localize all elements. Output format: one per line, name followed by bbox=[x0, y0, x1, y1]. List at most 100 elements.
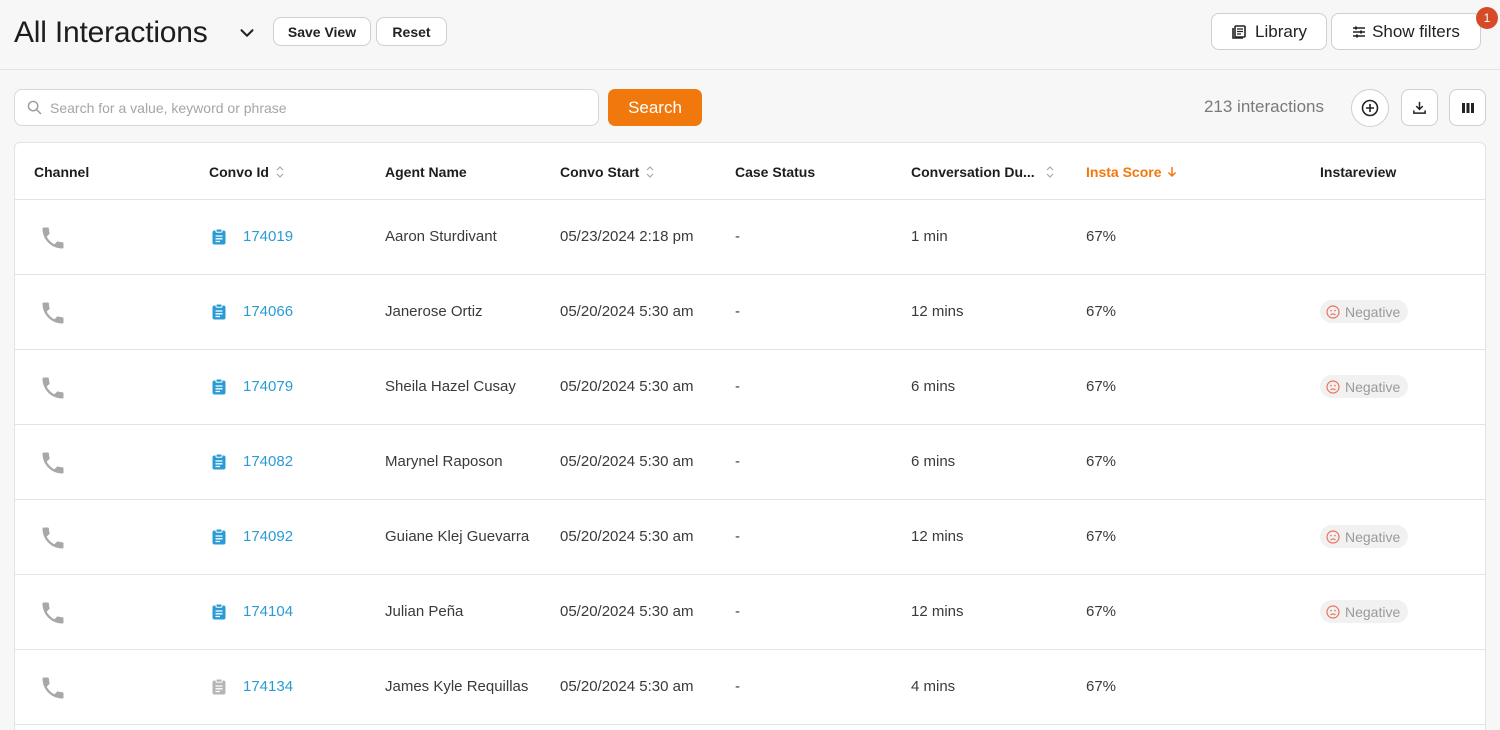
interactions-table: Channel Convo Id Agent Name Convo Start … bbox=[14, 142, 1486, 730]
table-row[interactable]: 174104 Julian Peña 05/20/2024 5:30 am - 12 m… bbox=[15, 575, 1485, 650]
search-button[interactable]: Search bbox=[608, 89, 702, 126]
column-header-channel[interactable]: Channel bbox=[34, 164, 89, 180]
table-row[interactable]: 174019 Aaron Sturdivant 05/23/2024 2:18 pm… bbox=[15, 200, 1485, 275]
agent-name: Guiane Klej Guevarra bbox=[385, 528, 530, 545]
agent-name: Julian Peña bbox=[385, 603, 464, 620]
sad-face-icon bbox=[1326, 379, 1340, 394]
insta-score: 67% bbox=[1086, 378, 1117, 395]
table-row[interactable]: 174082 Marynel Raposon 05/20/2024 5:30 am -… bbox=[15, 425, 1485, 500]
convo-id-link[interactable]: 174104 bbox=[243, 603, 293, 620]
case-status: - bbox=[735, 603, 740, 620]
convo-id-link[interactable]: 174082 bbox=[243, 453, 293, 470]
case-status: - bbox=[735, 303, 740, 320]
download-button[interactable] bbox=[1401, 89, 1438, 126]
sort-arrow-down-icon bbox=[1168, 167, 1177, 178]
show-filters-label: Show filters bbox=[1372, 21, 1460, 41]
insta-score: 67% bbox=[1086, 678, 1117, 695]
sentiment-badge: Negative bbox=[1320, 300, 1409, 323]
agent-name: James Kyle Requillas bbox=[385, 678, 529, 695]
add-button[interactable] bbox=[1351, 89, 1389, 127]
table-row[interactable]: 174092 Guiane Klej Guevarra 05/20/2024 5:3… bbox=[15, 500, 1485, 575]
save-view-button[interactable]: Save View bbox=[273, 17, 371, 46]
column-header-case-status[interactable]: Case Status bbox=[735, 164, 815, 180]
column-header-instareview[interactable]: Instareview bbox=[1320, 164, 1396, 180]
chevron-down-icon[interactable] bbox=[236, 22, 258, 44]
phone-icon bbox=[42, 227, 64, 249]
phone-icon bbox=[42, 602, 64, 624]
sort-icon bbox=[1046, 166, 1054, 178]
insta-score: 67% bbox=[1086, 453, 1117, 470]
convo-id-link[interactable]: 174019 bbox=[243, 228, 293, 245]
convo-id-link[interactable]: 174092 bbox=[243, 528, 293, 545]
reset-button[interactable]: Reset bbox=[376, 17, 447, 46]
download-icon bbox=[1413, 101, 1426, 114]
library-icon bbox=[1232, 24, 1246, 39]
case-status: - bbox=[735, 378, 740, 395]
phone-icon bbox=[42, 377, 64, 399]
convo-start: 05/20/2024 5:30 am bbox=[560, 303, 694, 320]
clipboard-icon bbox=[212, 528, 226, 545]
convo-start: 05/20/2024 5:30 am bbox=[560, 678, 694, 695]
sentiment-label: Negative bbox=[1345, 378, 1401, 395]
sentiment-badge: Negative bbox=[1320, 525, 1409, 548]
column-header-convo-start[interactable]: Convo Start bbox=[560, 164, 655, 180]
phone-icon bbox=[42, 527, 64, 549]
table-row[interactable]: 174134 James Kyle Requillas 05/20/2024 5:3… bbox=[15, 650, 1485, 725]
clipboard-icon bbox=[212, 228, 226, 245]
library-button[interactable]: Library bbox=[1211, 13, 1327, 50]
insta-score: 67% bbox=[1086, 303, 1117, 320]
conversation-duration: 6 mins bbox=[911, 378, 956, 395]
sort-icon bbox=[276, 166, 284, 178]
clipboard-icon bbox=[212, 303, 226, 320]
column-header-conversation-duration[interactable]: Conversation Du... bbox=[911, 164, 1055, 180]
insta-score: 67% bbox=[1086, 228, 1117, 245]
conversation-duration: 12 mins bbox=[911, 303, 964, 320]
interaction-count: 213 interactions bbox=[1203, 97, 1324, 116]
sentiment-label: Negative bbox=[1345, 303, 1401, 320]
filter-sliders-icon bbox=[1353, 26, 1366, 37]
convo-start: 05/20/2024 5:30 am bbox=[560, 453, 694, 470]
sentiment-badge: Negative bbox=[1320, 600, 1409, 623]
table-row[interactable]: 174066 Janerose Ortiz 05/20/2024 5:30 am - 1… bbox=[15, 275, 1485, 350]
sentiment-label: Negative bbox=[1345, 603, 1401, 620]
column-header-convo-id[interactable]: Convo Id bbox=[209, 164, 285, 180]
library-label: Library bbox=[1255, 21, 1307, 41]
convo-start: 05/23/2024 2:18 pm bbox=[560, 228, 694, 245]
sad-face-icon bbox=[1326, 304, 1340, 319]
page-header: All Interactions Save View Reset Library… bbox=[0, 0, 1500, 70]
case-status: - bbox=[735, 453, 740, 470]
plus-circle-icon bbox=[1361, 99, 1379, 117]
columns-button[interactable] bbox=[1449, 89, 1486, 126]
page-title: All Interactions bbox=[14, 16, 208, 49]
show-filters-button[interactable]: Show filters bbox=[1331, 13, 1481, 50]
case-status: - bbox=[735, 528, 740, 545]
clipboard-icon bbox=[212, 678, 226, 695]
columns-icon bbox=[1461, 102, 1474, 113]
search-bar bbox=[14, 89, 599, 126]
insta-score: 67% bbox=[1086, 603, 1117, 620]
convo-id-link[interactable]: 174134 bbox=[243, 678, 293, 695]
agent-name: Janerose Ortiz bbox=[385, 303, 483, 320]
clipboard-icon bbox=[212, 453, 226, 470]
convo-id-link[interactable]: 174066 bbox=[243, 303, 293, 320]
table-row[interactable]: 174079 Sheila Hazel Cusay 05/20/2024 5:30 … bbox=[15, 350, 1485, 425]
phone-icon bbox=[42, 302, 64, 324]
agent-name: Sheila Hazel Cusay bbox=[385, 378, 516, 395]
case-status: - bbox=[735, 678, 740, 695]
sentiment-label: Negative bbox=[1345, 528, 1401, 545]
conversation-duration: 12 mins bbox=[911, 528, 964, 545]
convo-id-link[interactable]: 174079 bbox=[243, 378, 293, 395]
agent-name: Marynel Raposon bbox=[385, 453, 503, 470]
clipboard-icon bbox=[212, 603, 226, 620]
conversation-duration: 1 min bbox=[911, 228, 948, 245]
column-header-insta-score[interactable]: Insta Score bbox=[1086, 164, 1177, 180]
case-status: - bbox=[735, 228, 740, 245]
convo-start: 05/20/2024 5:30 am bbox=[560, 528, 694, 545]
search-input[interactable] bbox=[50, 99, 570, 116]
sad-face-icon bbox=[1326, 529, 1340, 544]
insta-score: 67% bbox=[1086, 528, 1117, 545]
column-header-agent-name[interactable]: Agent Name bbox=[385, 164, 467, 180]
sort-icon bbox=[646, 166, 654, 178]
sad-face-icon bbox=[1326, 604, 1340, 619]
phone-icon bbox=[42, 452, 64, 474]
